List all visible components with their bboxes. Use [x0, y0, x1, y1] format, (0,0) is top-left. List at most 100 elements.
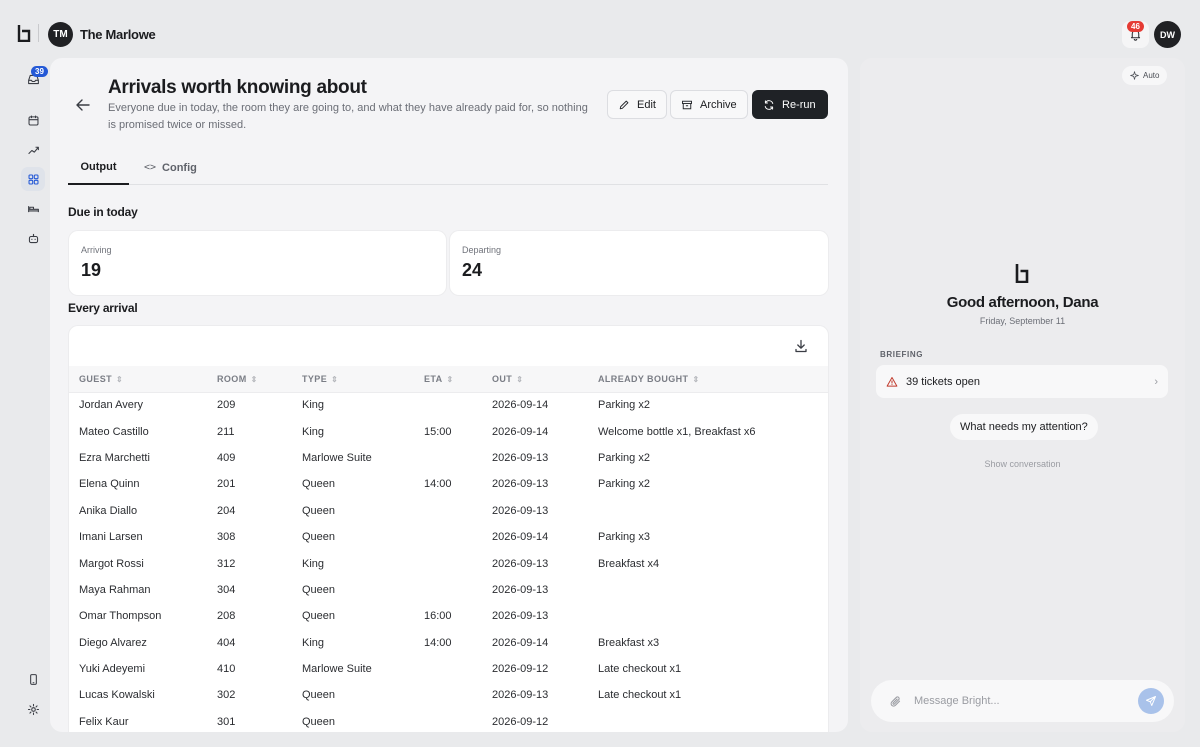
settings-icon: [27, 703, 39, 715]
table-cell: 409: [217, 451, 236, 464]
tab-config[interactable]: <> Config: [144, 150, 197, 185]
table-cell: 209: [217, 399, 236, 412]
table-cell: 2026-09-13: [492, 610, 549, 623]
every-arrival-heading: Every arrival: [68, 301, 138, 315]
rail-item-automations[interactable]: [21, 226, 45, 250]
rail-item-settings[interactable]: [21, 697, 45, 721]
table-row[interactable]: Diego Alvarez 404 King 14:00 2026-09-14 Break…: [69, 630, 828, 656]
sort-icon: ⇕: [250, 374, 258, 384]
table-row[interactable]: Yuki Adeyemi 410 Marlowe Suite 2026-09-12 La…: [69, 656, 828, 682]
table-cell: 312: [217, 557, 236, 570]
table-cell: 2026-09-14: [492, 399, 549, 412]
table-row[interactable]: Felix Kaur 301 Queen 2026-09-12: [69, 709, 828, 732]
table-cell: 304: [217, 583, 236, 596]
suggestion-chip[interactable]: What needs my attention?: [950, 414, 1098, 440]
table-row[interactable]: Jordan Avery 209 King 2026-09-14 Parking x2: [69, 392, 828, 418]
column-header[interactable]: ROOM ⇕: [207, 366, 292, 393]
table-cell: Elena Quinn: [79, 478, 140, 491]
table-cell: 2026-09-14: [492, 425, 549, 438]
table-cell: 208: [217, 610, 236, 623]
table-row[interactable]: Margot Rossi 312 King 2026-09-13 Breakfast x…: [69, 550, 828, 576]
rerun-button[interactable]: Re-run: [752, 90, 828, 119]
view-tabs: Output <> Config: [68, 150, 828, 185]
column-header[interactable]: OUT ⇕: [482, 366, 588, 393]
table-row[interactable]: Omar Thompson 208 Queen 16:00 2026-09-13: [69, 603, 828, 629]
rail-item-analytics[interactable]: [21, 138, 45, 162]
rail-item-rooms[interactable]: [21, 196, 45, 220]
send-icon: [1146, 696, 1156, 706]
edit-button-label: Edit: [637, 98, 656, 111]
rail-item-calendar[interactable]: [21, 108, 45, 132]
table-row[interactable]: Ezra Marchetti 409 Marlowe Suite 2026-09-13…: [69, 445, 828, 471]
paperclip-icon[interactable]: [889, 695, 902, 708]
arrivals-table: GUEST ⇕ ROOM ⇕ TYPE ⇕ ETA ⇕ OUT ⇕ ALREADY BOU…: [69, 366, 828, 732]
table-row[interactable]: Elena Quinn 201 Queen 14:00 2026-09-13 Parkin…: [69, 471, 828, 497]
table-cell: Felix Kaur: [79, 715, 129, 728]
table-cell: Late checkout x1: [598, 663, 682, 676]
briefing-item[interactable]: 39 tickets open ›: [876, 365, 1168, 398]
table-cell: Parking x3: [598, 531, 650, 544]
table-cell: King: [302, 557, 325, 570]
column-header[interactable]: TYPE ⇕: [292, 366, 414, 393]
table-cell: King: [302, 425, 325, 438]
archive-button[interactable]: Archive: [670, 90, 748, 119]
column-header[interactable]: ALREADY BOUGHT ⇕: [588, 366, 828, 393]
table-cell: [414, 392, 482, 418]
rail-item-mobile[interactable]: [21, 667, 45, 691]
table-cell: [588, 603, 828, 629]
table-cell: Marlowe Suite: [302, 451, 372, 464]
rail-item-reports[interactable]: [21, 167, 45, 191]
mode-toggle[interactable]: Auto: [1122, 66, 1168, 85]
column-header-label: TYPE: [302, 373, 328, 384]
arriving-value: 19: [81, 260, 102, 280]
bright-logo-icon[interactable]: [16, 24, 32, 42]
back-arrow-icon[interactable]: [74, 96, 92, 114]
table-header-row: GUEST ⇕ ROOM ⇕ TYPE ⇕ ETA ⇕ OUT ⇕ ALREADY BOU…: [69, 366, 828, 393]
show-conversation-link[interactable]: Show conversation: [860, 459, 1185, 469]
refresh-icon: [764, 99, 774, 110]
table-cell: Queen: [302, 478, 336, 491]
workspace-name[interactable]: The Marlowe: [80, 27, 156, 42]
column-header[interactable]: GUEST ⇕: [69, 366, 207, 393]
table-cell: King: [302, 399, 325, 412]
table-cell: [414, 709, 482, 732]
table-row[interactable]: Mateo Castillo 211 King 15:00 2026-09-14 Welc…: [69, 418, 828, 444]
table-cell: [588, 709, 828, 732]
table-cell: 2026-09-13: [492, 478, 549, 491]
table-cell: Queen: [302, 531, 336, 544]
table-row[interactable]: Imani Larsen 308 Queen 2026-09-14 Parking x3: [69, 524, 828, 550]
sort-icon: ⇕: [446, 374, 454, 384]
user-avatar[interactable]: DW: [1154, 21, 1181, 48]
sort-icon: ⇕: [331, 374, 339, 384]
table-row[interactable]: Anika Diallo 204 Queen 2026-09-13: [69, 498, 828, 524]
message-input[interactable]: [914, 695, 1124, 707]
table-row[interactable]: Lucas Kowalski 302 Queen 2026-09-13 Late che…: [69, 682, 828, 708]
notifications-count-badge: 46: [1127, 21, 1144, 32]
arriving-label: Arriving: [81, 245, 112, 255]
table-cell: Margot Rossi: [79, 557, 144, 570]
table-cell: Imani Larsen: [79, 531, 143, 544]
page-title: Arrivals worth knowing about: [108, 77, 367, 98]
report-panel: Arrivals worth knowing about Everyone du…: [50, 58, 848, 732]
table-row[interactable]: Maya Rahman 304 Queen 2026-09-13: [69, 577, 828, 603]
arrivals-table-body: Jordan Avery 209 King 2026-09-14 Parking x2 M…: [69, 392, 828, 732]
column-header-label: OUT: [492, 373, 513, 384]
table-cell: [414, 445, 482, 471]
table-cell: 16:00: [424, 610, 452, 623]
table-cell: 2026-09-13: [492, 557, 549, 570]
grid-icon: [28, 174, 38, 184]
column-header[interactable]: ETA ⇕: [414, 366, 482, 393]
download-icon[interactable]: [793, 338, 809, 354]
edit-button[interactable]: Edit: [607, 90, 667, 119]
send-button[interactable]: [1138, 688, 1164, 714]
chevron-right-icon: ›: [1154, 375, 1158, 388]
workspace-avatar[interactable]: TM: [48, 22, 73, 47]
table-cell: Parking x2: [598, 451, 650, 464]
table-cell: Welcome bottle x1, Breakfast x6: [598, 425, 756, 438]
tab-output[interactable]: Output: [68, 150, 129, 185]
arriving-card: Arriving 19: [69, 231, 446, 295]
column-header-label: ROOM: [217, 373, 247, 384]
tab-output-label: Output: [80, 160, 117, 173]
table-cell: 2026-09-12: [492, 715, 549, 728]
table-cell: 2026-09-13: [492, 689, 549, 702]
